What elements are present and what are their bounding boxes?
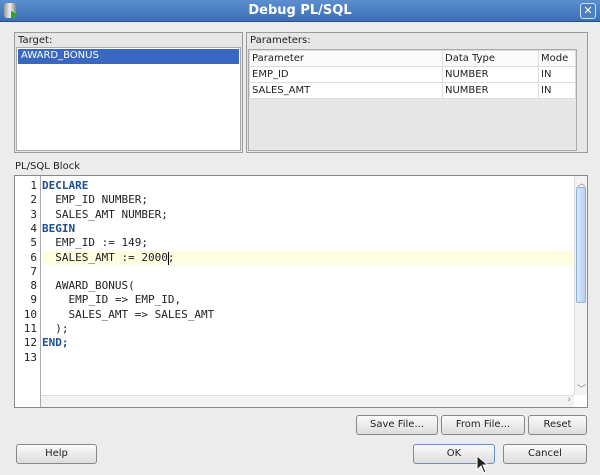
code-line[interactable]: EMP_ID => EMP_ID, [42, 293, 573, 307]
code-line[interactable]: BEGIN [42, 222, 573, 236]
parameters-panel: Parameters: Parameter Data Type Mode EMP… [246, 32, 588, 153]
param-name: SALES_AMT [249, 82, 443, 99]
param-name: EMP_ID [249, 66, 443, 83]
parameters-label: Parameters: [250, 35, 311, 46]
line-number: 13 [23, 350, 37, 364]
plsql-block-label: PL/SQL Block [15, 161, 80, 172]
target-list[interactable]: AWARD_BONUS [16, 47, 241, 151]
code-line[interactable]: END; [42, 336, 573, 350]
scrollbar-thumb[interactable] [576, 187, 586, 303]
code-line[interactable]: SALES_AMT => SALES_AMT [42, 308, 573, 322]
param-type: NUMBER [442, 66, 539, 83]
scroll-right-icon[interactable]: › [567, 395, 571, 405]
window-title: Debug PL/SQL [248, 3, 352, 18]
parameters-table-area: Parameter Data Type Mode EMP_ID NUMBER I… [248, 49, 577, 151]
code-line[interactable] [42, 351, 573, 365]
save-file-button[interactable]: Save File... [356, 415, 438, 435]
help-button[interactable]: Help [16, 444, 97, 464]
vertical-scrollbar[interactable]: ︿ ﹀ [574, 176, 587, 395]
code-line[interactable]: EMP_ID := 149; [42, 236, 573, 250]
column-header-data-type[interactable]: Data Type [442, 50, 539, 67]
code-line[interactable]: SALES_AMT NUMBER; [42, 208, 573, 222]
close-button[interactable]: ✕ [580, 3, 596, 19]
parameters-table: Parameter Data Type Mode EMP_ID NUMBER I… [249, 50, 576, 99]
line-number: 8 [30, 279, 37, 293]
column-header-mode[interactable]: Mode [538, 50, 576, 67]
code-line[interactable]: AWARD_BONUS( [42, 279, 573, 293]
target-panel: Target: AWARD_BONUS [14, 32, 243, 153]
text-caret [167, 251, 169, 265]
scroll-down-icon[interactable]: ﹀ [577, 382, 586, 395]
line-number: 11 [23, 322, 37, 335]
line-number: 5 [30, 236, 37, 250]
code-line[interactable] [42, 265, 573, 279]
horizontal-scrollbar[interactable]: › [41, 395, 574, 407]
line-number: 4 [30, 221, 37, 235]
mouse-cursor-icon [476, 455, 490, 474]
reset-button[interactable]: Reset [528, 415, 587, 435]
table-header: Parameter Data Type Mode [249, 50, 576, 67]
line-number: 9 [30, 293, 37, 307]
line-number: 1 [30, 179, 37, 192]
cancel-button[interactable]: Cancel [503, 444, 587, 464]
line-number: 3 [30, 207, 37, 221]
code-line[interactable]: SALES_AMT := 2000; [42, 250, 573, 265]
target-item-award-bonus[interactable]: AWARD_BONUS [18, 49, 239, 64]
line-number: 6 [30, 250, 37, 264]
plsql-editor[interactable]: 1 2 3 4 5 6 7 8 9 10 11 12 13 DECLARE EMP_ID NUMBER;… [14, 175, 588, 408]
from-file-button[interactable]: From File... [441, 415, 525, 435]
code-line[interactable]: EMP_ID NUMBER; [42, 193, 573, 207]
column-header-parameter[interactable]: Parameter [249, 50, 443, 67]
line-number: 10 [23, 307, 37, 321]
code-line[interactable]: ); [42, 322, 573, 336]
code-line[interactable]: DECLARE [42, 179, 573, 193]
target-label: Target: [18, 35, 53, 46]
title-bar: Debug PL/SQL ✕ [0, 0, 600, 22]
param-mode: IN [538, 66, 576, 83]
line-number-gutter: 1 2 3 4 5 6 7 8 9 10 11 12 13 [15, 176, 41, 407]
line-number: 7 [30, 264, 37, 278]
table-row[interactable]: SALES_AMT NUMBER IN [249, 82, 576, 99]
param-mode: IN [538, 82, 576, 99]
table-row[interactable]: EMP_ID NUMBER IN [249, 66, 576, 83]
line-number: 2 [30, 193, 37, 207]
param-type: NUMBER [442, 82, 539, 99]
line-number: 12 [23, 336, 37, 350]
